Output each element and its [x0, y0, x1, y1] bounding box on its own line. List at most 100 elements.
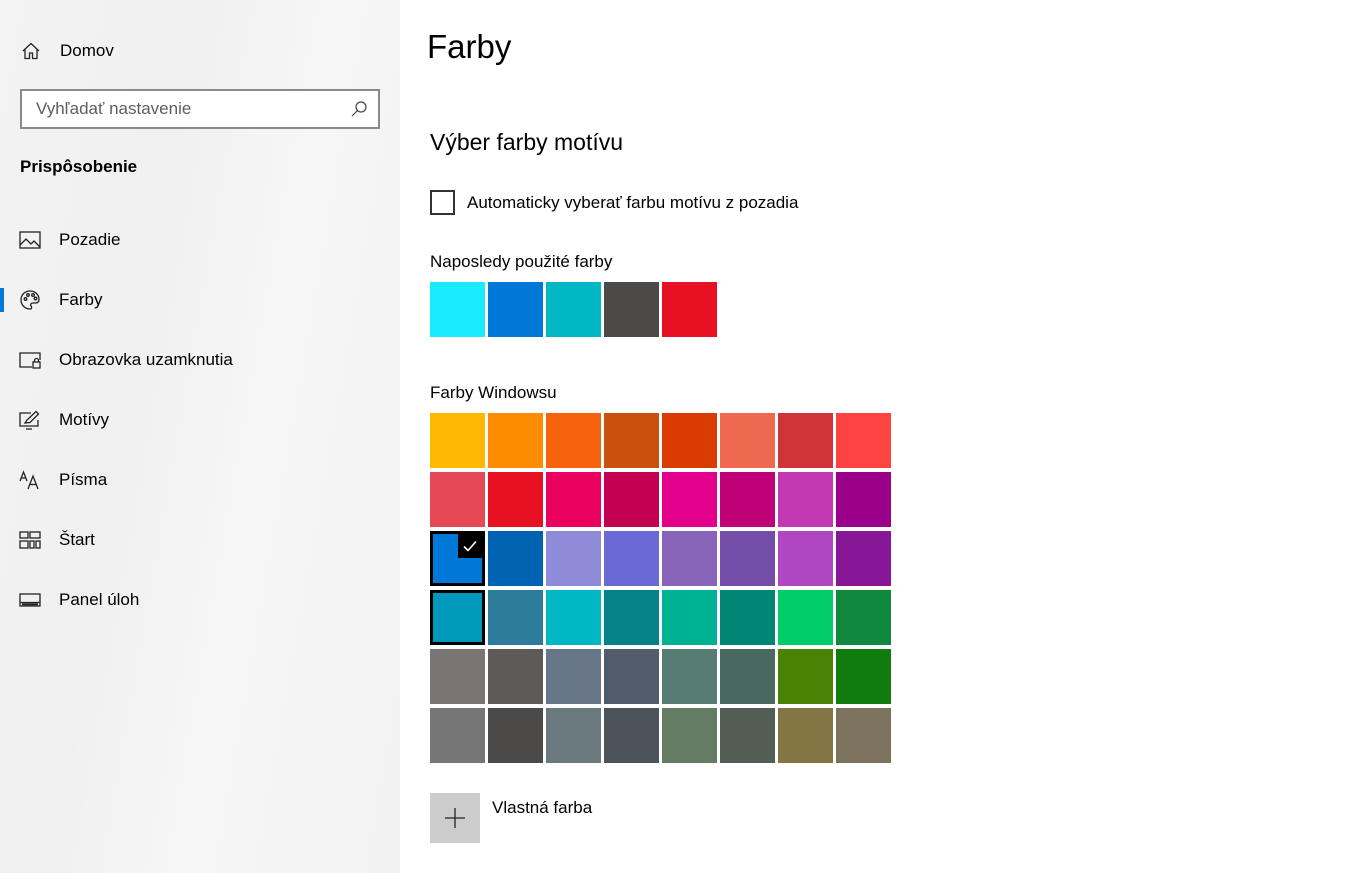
sidebar-item-panel-uloh[interactable]: Panel úloh — [0, 570, 400, 630]
windows-colors-grid — [430, 413, 891, 763]
windows-color-swatch[interactable] — [604, 708, 659, 763]
windows-color-swatch[interactable] — [604, 472, 659, 527]
sidebar-nav: Pozadie Farby Obrazovka uzamknutia Motív… — [0, 210, 400, 630]
sidebar-item-label: Obrazovka uzamknutia — [59, 350, 233, 369]
windows-color-swatch[interactable] — [488, 649, 543, 704]
fonts-icon — [19, 469, 41, 491]
windows-color-swatch[interactable] — [430, 413, 485, 468]
windows-color-swatch[interactable] — [720, 472, 775, 527]
windows-color-swatch[interactable] — [836, 472, 891, 527]
windows-color-swatch[interactable] — [778, 708, 833, 763]
lock-screen-icon — [19, 349, 41, 371]
section-title: Prispôsobenie — [20, 157, 138, 176]
palette-icon — [19, 289, 41, 311]
main-content: Farby Výber farby motívu Automaticky vyb… — [400, 0, 1357, 873]
windows-color-swatch[interactable] — [720, 531, 775, 586]
windows-color-swatch[interactable] — [488, 531, 543, 586]
recent-color-swatch[interactable] — [546, 282, 601, 337]
home-link[interactable]: Domov — [20, 38, 114, 64]
auto-color-checkbox-label: Automaticky vyberať farbu motívu z pozad… — [467, 192, 799, 212]
themes-icon — [19, 409, 41, 431]
windows-color-swatch[interactable] — [836, 413, 891, 468]
windows-color-swatch[interactable] — [836, 531, 891, 586]
sidebar-item-label: Farby — [59, 290, 103, 309]
windows-color-swatch[interactable] — [488, 708, 543, 763]
windows-color-swatch[interactable] — [430, 531, 485, 586]
windows-color-swatch[interactable] — [662, 708, 717, 763]
windows-color-swatch[interactable] — [720, 649, 775, 704]
windows-color-swatch[interactable] — [778, 590, 833, 645]
windows-color-swatch[interactable] — [778, 531, 833, 586]
recent-colors-row — [430, 282, 720, 337]
page-title: Farby — [427, 28, 512, 65]
windows-color-swatch[interactable] — [662, 413, 717, 468]
sidebar-item-label: Pozadie — [59, 230, 121, 249]
auto-color-checkbox[interactable] — [430, 190, 455, 215]
auto-color-checkbox-row[interactable]: Automaticky vyberať farbu motívu z pozad… — [430, 190, 798, 215]
selection-indicator — [0, 288, 4, 312]
sidebar-item-motivy[interactable]: Motívy — [0, 390, 400, 450]
windows-color-swatch[interactable] — [430, 708, 485, 763]
section-heading: Výber farby motívu — [430, 129, 624, 155]
windows-color-swatch[interactable] — [604, 590, 659, 645]
windows-color-swatch[interactable] — [546, 413, 601, 468]
windows-color-swatch[interactable] — [720, 708, 775, 763]
windows-color-swatch[interactable] — [488, 413, 543, 468]
sidebar-item-start[interactable]: Štart — [0, 510, 400, 570]
sidebar-item-obrazovka-uzamknutia[interactable]: Obrazovka uzamknutia — [0, 330, 400, 390]
selection-indicator — [0, 348, 4, 372]
start-icon — [19, 529, 41, 551]
selection-indicator — [0, 468, 4, 492]
search-box — [20, 89, 380, 129]
windows-color-swatch[interactable] — [662, 649, 717, 704]
selection-indicator — [0, 528, 4, 552]
plus-icon[interactable] — [430, 793, 480, 843]
selection-indicator — [0, 588, 4, 612]
windows-color-swatch[interactable] — [604, 531, 659, 586]
windows-color-swatch[interactable] — [720, 590, 775, 645]
windows-color-swatch[interactable] — [430, 649, 485, 704]
windows-color-swatch[interactable] — [720, 413, 775, 468]
windows-color-swatch[interactable] — [778, 472, 833, 527]
sidebar: Domov Prispôsobenie Po — [0, 0, 400, 873]
windows-color-swatch[interactable] — [488, 472, 543, 527]
windows-color-swatch[interactable] — [430, 472, 485, 527]
home-label: Domov — [60, 41, 114, 60]
recent-color-swatch[interactable] — [662, 282, 717, 337]
windows-color-swatch[interactable] — [662, 590, 717, 645]
recent-color-swatch[interactable] — [488, 282, 543, 337]
selection-indicator — [0, 228, 4, 252]
search-icon[interactable] — [350, 100, 368, 118]
recent-colors-label: Naposledy použité farby — [430, 252, 613, 271]
search-input[interactable] — [22, 98, 338, 120]
windows-color-swatch[interactable] — [546, 708, 601, 763]
windows-color-swatch[interactable] — [662, 531, 717, 586]
windows-color-swatch[interactable] — [836, 590, 891, 645]
windows-color-swatch[interactable] — [778, 413, 833, 468]
windows-color-swatch[interactable] — [546, 472, 601, 527]
selection-indicator — [0, 408, 4, 432]
sidebar-item-farby[interactable]: Farby — [0, 270, 400, 330]
sidebar-item-pozadie[interactable]: Pozadie — [0, 210, 400, 270]
windows-colors-label: Farby Windowsu — [430, 383, 557, 402]
checkmark-icon — [458, 534, 482, 558]
recent-color-swatch[interactable] — [430, 282, 485, 337]
recent-color-swatch[interactable] — [604, 282, 659, 337]
windows-color-swatch[interactable] — [546, 531, 601, 586]
windows-color-swatch[interactable] — [836, 649, 891, 704]
windows-color-swatch[interactable] — [778, 649, 833, 704]
custom-color-button[interactable]: Vlastná farba — [430, 793, 592, 843]
home-icon — [20, 40, 42, 62]
sidebar-item-label: Štart — [59, 530, 95, 549]
sidebar-item-pisma[interactable]: Písma — [0, 450, 400, 510]
windows-color-swatch[interactable] — [488, 590, 543, 645]
windows-color-swatch[interactable] — [604, 649, 659, 704]
windows-color-swatch[interactable] — [662, 472, 717, 527]
sidebar-item-label: Motívy — [59, 410, 110, 429]
windows-color-swatch[interactable] — [604, 413, 659, 468]
windows-color-swatch[interactable] — [546, 590, 601, 645]
sidebar-item-label: Panel úloh — [59, 590, 140, 609]
windows-color-swatch[interactable] — [836, 708, 891, 763]
windows-color-swatch[interactable] — [430, 590, 485, 645]
windows-color-swatch[interactable] — [546, 649, 601, 704]
